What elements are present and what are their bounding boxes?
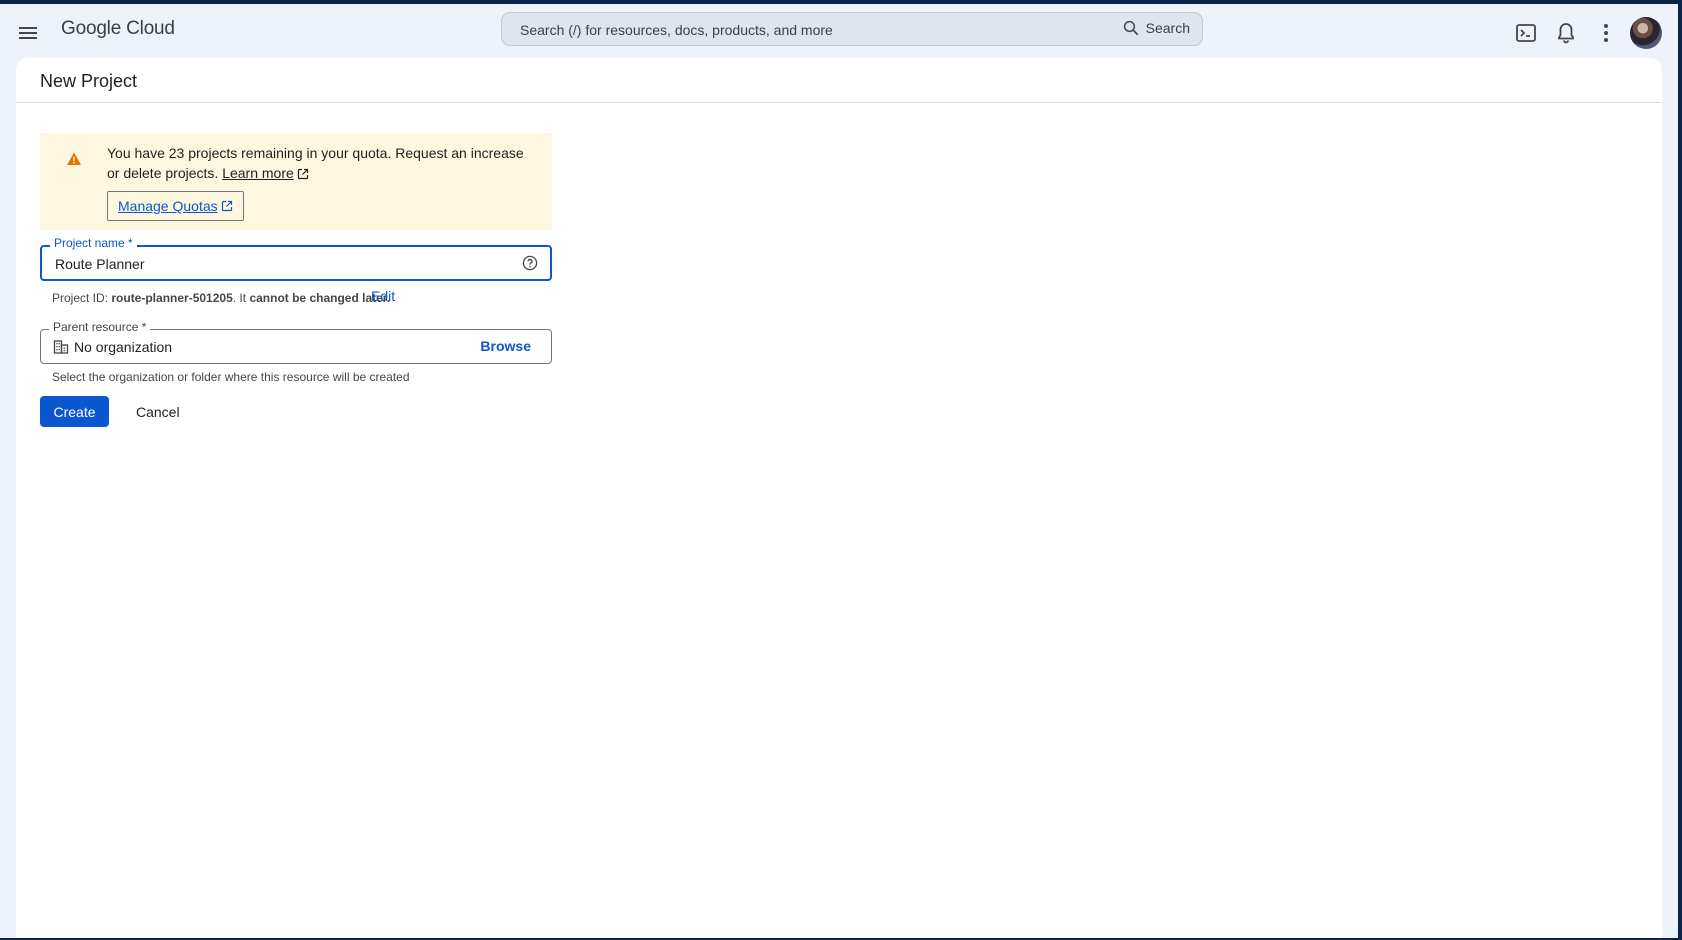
terminal-icon[interactable]	[1514, 21, 1538, 45]
more-vert-icon[interactable]	[1594, 21, 1618, 45]
top-bar: Google Cloud Search	[0, 4, 1678, 62]
parent-resource-label: Parent resource *	[49, 320, 151, 334]
project-id-value: route-planner-501205	[111, 291, 233, 305]
project-id-hint: Project ID: route-planner-501205. It can…	[52, 291, 390, 305]
parent-resource-field[interactable]: Parent resource * No organization Browse	[40, 320, 552, 364]
edit-project-id-link[interactable]: Edit	[371, 288, 395, 304]
create-button[interactable]: Create	[40, 396, 109, 427]
project-id-suffix: . It	[232, 291, 247, 305]
search-button-label: Search	[1145, 20, 1190, 36]
learn-more-link[interactable]: Learn more	[222, 165, 294, 181]
warning-message: You have 23 projects remaining in your q…	[107, 143, 537, 183]
bell-icon[interactable]	[1554, 21, 1578, 45]
manage-quotas-label: Manage Quotas	[118, 198, 218, 214]
project-id-warning: cannot be changed later.	[249, 291, 391, 305]
project-id-prefix: Project ID:	[52, 291, 109, 305]
organization-icon	[53, 340, 69, 354]
hamburger-menu-icon[interactable]	[16, 21, 40, 45]
account-avatar[interactable]	[1630, 17, 1662, 49]
warning-icon	[67, 152, 81, 165]
external-link-icon	[297, 168, 308, 180]
card-header: New Project	[16, 58, 1662, 103]
app-window: Google Cloud Search (/) for resources, d…	[0, 4, 1678, 938]
google-cloud-logo[interactable]: Google Cloud	[61, 18, 175, 40]
search-button[interactable]: Search	[1122, 19, 1190, 37]
quota-warning-banner: You have 23 projects remaining in your q…	[40, 133, 552, 230]
search-input[interactable]	[518, 13, 1082, 47]
project-name-input[interactable]	[53, 247, 497, 281]
parent-resource-value: No organization	[74, 339, 173, 355]
page-title: New Project	[40, 71, 138, 91]
warning-text: You have 23 projects remaining in your q…	[107, 145, 524, 181]
help-icon[interactable]	[522, 255, 538, 271]
main-card: New Project You have 23 projects remaini…	[16, 58, 1662, 938]
search-bar[interactable]: Search	[501, 12, 1203, 47]
search-icon	[1123, 20, 1138, 36]
project-name-field[interactable]: Project name *	[40, 236, 552, 281]
cancel-button[interactable]: Cancel	[128, 396, 188, 427]
browse-button[interactable]: Browse	[480, 338, 531, 354]
external-link-icon	[221, 200, 232, 212]
parent-resource-hint: Select the organization or folder where …	[52, 370, 410, 384]
manage-quotas-button[interactable]: Manage Quotas	[107, 191, 244, 221]
